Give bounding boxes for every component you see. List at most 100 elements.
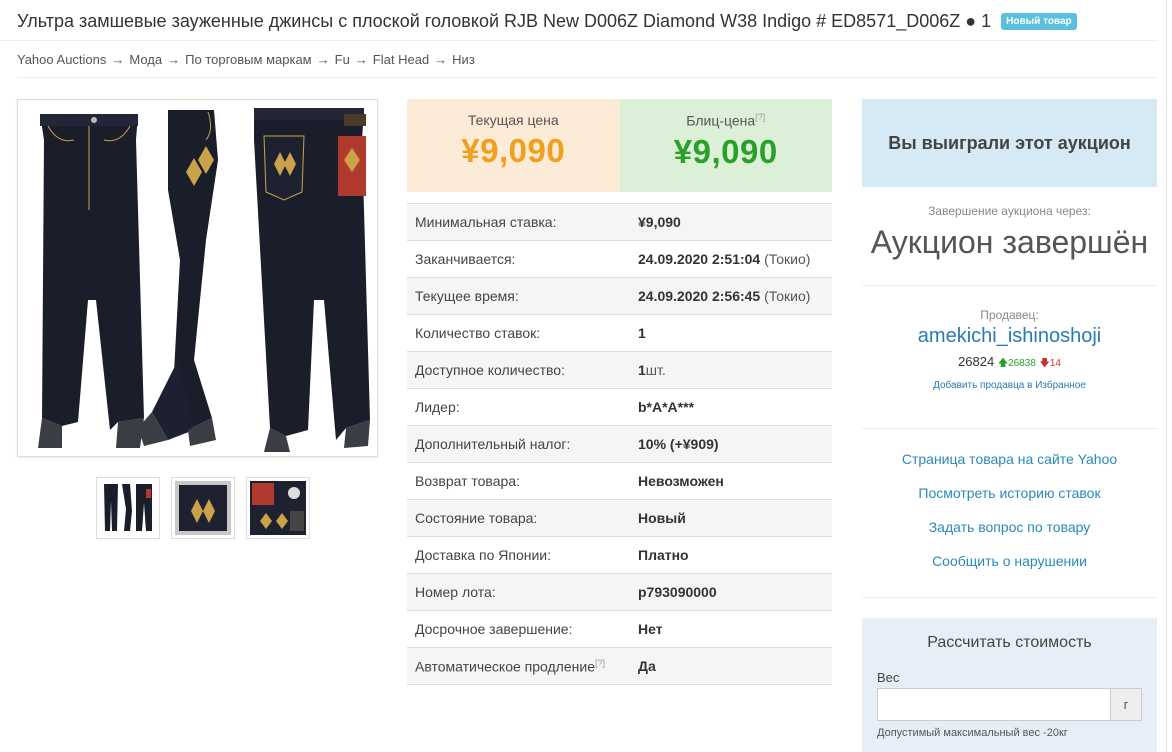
row-value: ¥9,090 [638, 214, 681, 230]
divider [862, 285, 1157, 286]
jeans-back-image [254, 108, 370, 452]
auction-won-banner: Вы выиграли этот аукцион [862, 99, 1157, 187]
current-price-value: ¥9,090 [461, 132, 566, 169]
table-row: Минимальная ставка: ¥9,090 [407, 204, 832, 241]
weight-note: Допустимый максимальный вес -20кг [877, 727, 1068, 739]
row-value: Платно [638, 547, 689, 563]
blitz-price-value: ¥9,090 [673, 132, 778, 170]
row-value: Новый [638, 510, 686, 526]
seller-rating: 26824 🡅26838 🡇14 [862, 354, 1157, 373]
table-row: Возврат товара: Невозможен [407, 463, 832, 500]
table-row: Текущее время: 24.09.2020 2:56:45 (Токио) [407, 278, 832, 315]
thumbs-up-icon: 🡅 [997, 358, 1009, 369]
seller-positive-count: 26838 [1008, 358, 1036, 369]
title-row: Ультра замшевые зауженные джинсы с плоск… [17, 8, 1157, 34]
jeans-side-image [138, 110, 218, 446]
breadcrumb-arrow-icon: → [111, 52, 125, 67]
row-note: шт. [645, 362, 666, 378]
breadcrumb-item-flat-head[interactable]: Flat Head [373, 52, 429, 67]
jeans-front-image [38, 114, 144, 448]
help-icon[interactable]: [?] [755, 112, 765, 122]
breadcrumb: Yahoo Auctions → Мода → По торговым марк… [17, 52, 475, 67]
seller-label: Продавец: [980, 308, 1039, 322]
breadcrumb-arrow-icon: → [354, 52, 368, 67]
row-label-wrap: Автоматическое продление[?] [407, 658, 638, 675]
row-label: Состояние товара: [415, 510, 538, 526]
row-label: Текущее время: [415, 288, 519, 304]
breadcrumb-item-bottoms[interactable]: Низ [452, 52, 475, 67]
row-note: (Токио) [764, 288, 811, 304]
row-label: Доступное количество: [415, 362, 565, 378]
report-violation-link[interactable]: Сообщить о нарушении [862, 552, 1157, 586]
breadcrumb-item-yahoo-auctions[interactable]: Yahoo Auctions [17, 52, 106, 67]
row-value: 24.09.2020 2:56:45 [638, 288, 761, 304]
row-value: 1 [638, 325, 646, 341]
bid-history-link[interactable]: Посмотреть историю ставок [862, 484, 1157, 518]
row-label: Дополнительный налог: [415, 436, 571, 452]
row-label: Количество ставок: [415, 325, 541, 341]
thumbnail-1[interactable] [96, 477, 160, 539]
breadcrumb-item-fashion[interactable]: Мода [129, 52, 162, 67]
details-table: Минимальная ставка: ¥9,090 Заканчивается:… [407, 203, 832, 685]
table-row: Количество ставок: 1 [407, 315, 832, 352]
calculator-title: Рассчитать стоимость [927, 634, 1092, 651]
row-value-wrap: 24.09.2020 2:56:45 (Токио) [638, 288, 810, 304]
weight-input[interactable] [877, 688, 1111, 721]
table-row: Заканчивается: 24.09.2020 2:51:04 (Токио) [407, 241, 832, 278]
help-icon[interactable]: [?] [595, 658, 605, 668]
divider [862, 597, 1157, 598]
divider [0, 40, 1157, 41]
page-edge-divider [1166, 0, 1167, 752]
table-row: Лидер: b*A*A*** [407, 389, 832, 426]
row-value: 10% (+¥909) [638, 436, 719, 452]
table-row: Доступное количество: 1шт. [407, 352, 832, 389]
breadcrumb-item-brands[interactable]: По торговым маркам [185, 52, 311, 67]
ask-question-link[interactable]: Задать вопрос по товару [862, 518, 1157, 552]
breadcrumb-item-fu[interactable]: Fu [335, 52, 350, 67]
breadcrumb-arrow-icon: → [167, 52, 181, 67]
row-value: b*A*A*** [638, 399, 695, 415]
divider [862, 428, 1157, 429]
table-row: Досрочное завершение: Нет [407, 611, 832, 648]
thumbnail-strip [96, 477, 310, 539]
row-value: p793090000 [638, 584, 717, 600]
table-row: Автоматическое продление[?] Да [407, 648, 832, 685]
weight-input-group: г [877, 688, 1142, 721]
cost-calculator: Рассчитать стоимость Вес г Допустимый ма… [862, 618, 1157, 752]
row-label: Возврат товара: [415, 473, 520, 489]
current-price-panel: Текущая цена ¥9,090 [407, 99, 620, 192]
row-value: 1 [638, 362, 646, 378]
price-box: Текущая цена ¥9,090 Блиц-цена[?] ¥9,090 [407, 99, 832, 192]
seller-name-link[interactable]: amekichi_ishinoshoji [862, 325, 1157, 348]
blitz-price-label: Блиц-цена [686, 112, 756, 129]
page-title: Ультра замшевые зауженные джинсы с плоск… [17, 10, 992, 31]
table-row: Доставка по Японии: Платно [407, 537, 832, 574]
auction-end-status: Аукцион завершён [870, 224, 1149, 260]
row-value: Нет [638, 621, 663, 637]
add-seller-favorite-link[interactable]: Добавить продавца в Избранное [862, 380, 1157, 391]
product-main-image[interactable] [17, 99, 378, 457]
row-label: Минимальная ставка: [415, 214, 557, 230]
breadcrumb-arrow-icon: → [316, 52, 330, 67]
breadcrumb-arrow-icon: → [434, 52, 448, 67]
table-row: Номер лота: p793090000 [407, 574, 832, 611]
seller-rating-total: 26824 [958, 354, 995, 369]
weight-unit: г [1111, 688, 1142, 721]
thumbnail-3[interactable] [246, 477, 310, 539]
weight-label: Вес [877, 670, 900, 685]
row-value-wrap: 1шт. [638, 362, 666, 378]
blitz-price-panel: Блиц-цена[?] ¥9,090 [619, 99, 832, 192]
thumbs-down-icon: 🡇 [1039, 358, 1050, 369]
seller-negative-count: 14 [1049, 358, 1061, 369]
row-note: (Токио) [764, 251, 811, 267]
row-value: Да [638, 658, 656, 674]
auction-end-label: Завершение аукциона через: [928, 204, 1091, 218]
thumbnail-2[interactable] [171, 477, 235, 539]
yahoo-item-page-link[interactable]: Страница товара на сайте Yahoo [862, 450, 1157, 484]
row-label: Доставка по Японии: [415, 547, 552, 563]
divider [17, 77, 1157, 78]
row-label: Номер лота: [415, 584, 496, 600]
row-value-wrap: 24.09.2020 2:51:04 (Токио) [638, 251, 810, 267]
row-label: Автоматическое продление [415, 658, 595, 675]
row-label: Лидер: [415, 399, 460, 415]
